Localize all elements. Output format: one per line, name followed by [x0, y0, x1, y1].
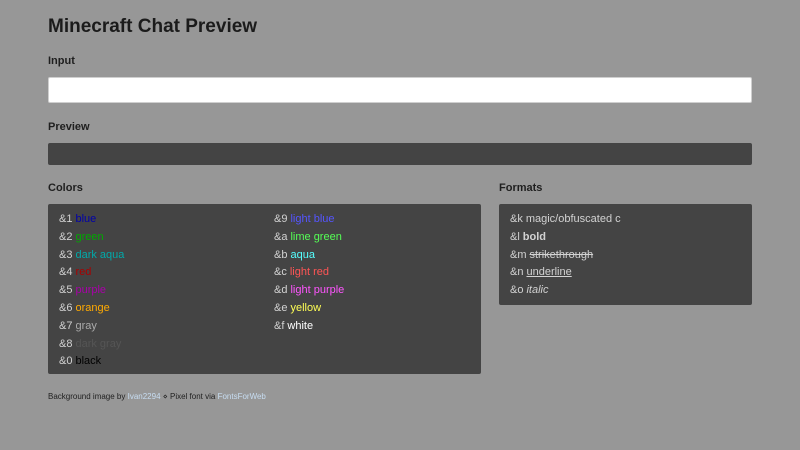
format-name: strikethrough — [529, 248, 594, 261]
color-name: purple — [75, 284, 107, 297]
color-item: &8 dark gray — [59, 336, 124, 354]
format-name: bold — [522, 230, 546, 243]
color-name: blue — [75, 213, 97, 225]
color-name: light blue — [290, 213, 335, 225]
color-item: &e yellow — [274, 300, 344, 318]
color-code: &4 — [59, 266, 73, 279]
color-name: dark gray — [75, 337, 122, 350]
color-item: &4 red — [59, 264, 124, 282]
color-name: dark aqua — [75, 248, 125, 261]
color-item: &f white — [274, 318, 344, 336]
color-name: lime green — [290, 230, 342, 243]
color-name: yellow — [290, 301, 322, 314]
color-code: &7 — [59, 319, 73, 332]
format-item: &k magic/obfuscated c — [510, 211, 621, 229]
color-code: &c — [274, 266, 287, 279]
color-item: &1 blue — [59, 211, 124, 229]
color-item: &a lime green — [274, 229, 344, 247]
color-code: &b — [274, 248, 288, 261]
format-code: &k — [510, 213, 523, 225]
color-code: &d — [274, 284, 288, 297]
formats-label: Formats — [499, 182, 543, 194]
color-item: &9 light blue — [274, 211, 344, 229]
color-item: &3 dark aqua — [59, 247, 124, 265]
color-name: gray — [75, 319, 97, 332]
format-name: magic/obfuscated c — [525, 213, 621, 225]
color-name: light purple — [290, 284, 345, 297]
color-name: light red — [289, 266, 329, 279]
color-code: &8 — [59, 337, 73, 350]
color-code: &3 — [59, 248, 73, 261]
color-item: &b aqua — [274, 247, 344, 265]
font-link[interactable]: FontsForWeb — [218, 392, 266, 401]
color-item: &0 black — [59, 353, 124, 371]
format-code: &n — [510, 266, 524, 279]
color-item: &c light red — [274, 264, 344, 282]
colors-right-column: &9 light blue &a lime green &b aqua &c light re… — [274, 211, 344, 336]
colors-left-column: &1 blue &2 green &3 dark aqua &4 red &5 purple &6 o… — [59, 211, 124, 371]
chat-preview-box — [48, 143, 752, 165]
format-item: &m strikethrough — [510, 247, 621, 265]
author-link[interactable]: Ivan2294 — [128, 392, 161, 401]
color-name: black — [75, 355, 102, 368]
color-code: &2 — [59, 230, 73, 243]
color-name: white — [287, 319, 314, 332]
color-code: &e — [274, 301, 288, 314]
footer: Background image by Ivan2294 ⋄ Pixel fon… — [48, 392, 266, 401]
footer-separator: ⋄ Pixel font via — [160, 392, 218, 401]
color-item: &5 purple — [59, 282, 124, 300]
format-code: &o — [510, 284, 524, 297]
colors-label: Colors — [48, 182, 83, 194]
color-code: &f — [274, 319, 285, 332]
formats-list: &k magic/obfuscated c &l bold &m strikethroug… — [510, 211, 621, 300]
color-code: &a — [274, 230, 288, 243]
format-code: &m — [510, 248, 527, 261]
page-title: Minecraft Chat Preview — [48, 16, 258, 37]
color-item: &6 orange — [59, 300, 124, 318]
color-name: green — [75, 230, 104, 243]
preview-label: Preview — [48, 121, 90, 133]
color-code: &0 — [59, 355, 73, 368]
format-item: &o italic — [510, 282, 621, 300]
format-code: &l — [510, 230, 520, 243]
chat-input-field[interactable] — [48, 77, 752, 103]
color-name: aqua — [290, 248, 315, 261]
color-code: &5 — [59, 284, 73, 297]
formats-panel: &k magic/obfuscated c &l bold &m strikethroug… — [499, 204, 752, 305]
color-code: &9 — [274, 213, 288, 225]
color-code: &6 — [59, 301, 73, 314]
format-item: &n underline — [510, 264, 621, 282]
input-label: Input — [48, 55, 75, 67]
footer-prefix: Background image by — [48, 392, 128, 401]
format-name: italic — [526, 284, 549, 297]
color-name: orange — [75, 301, 110, 314]
color-item: &7 gray — [59, 318, 124, 336]
color-name: red — [75, 266, 92, 279]
format-name: underline — [526, 266, 572, 279]
colors-panel: &1 blue &2 green &3 dark aqua &4 red &5 purple &6 o… — [48, 204, 481, 374]
color-code: &1 — [59, 213, 73, 225]
color-item: &2 green — [59, 229, 124, 247]
format-item: &l bold — [510, 229, 621, 247]
color-item: &d light purple — [274, 282, 344, 300]
